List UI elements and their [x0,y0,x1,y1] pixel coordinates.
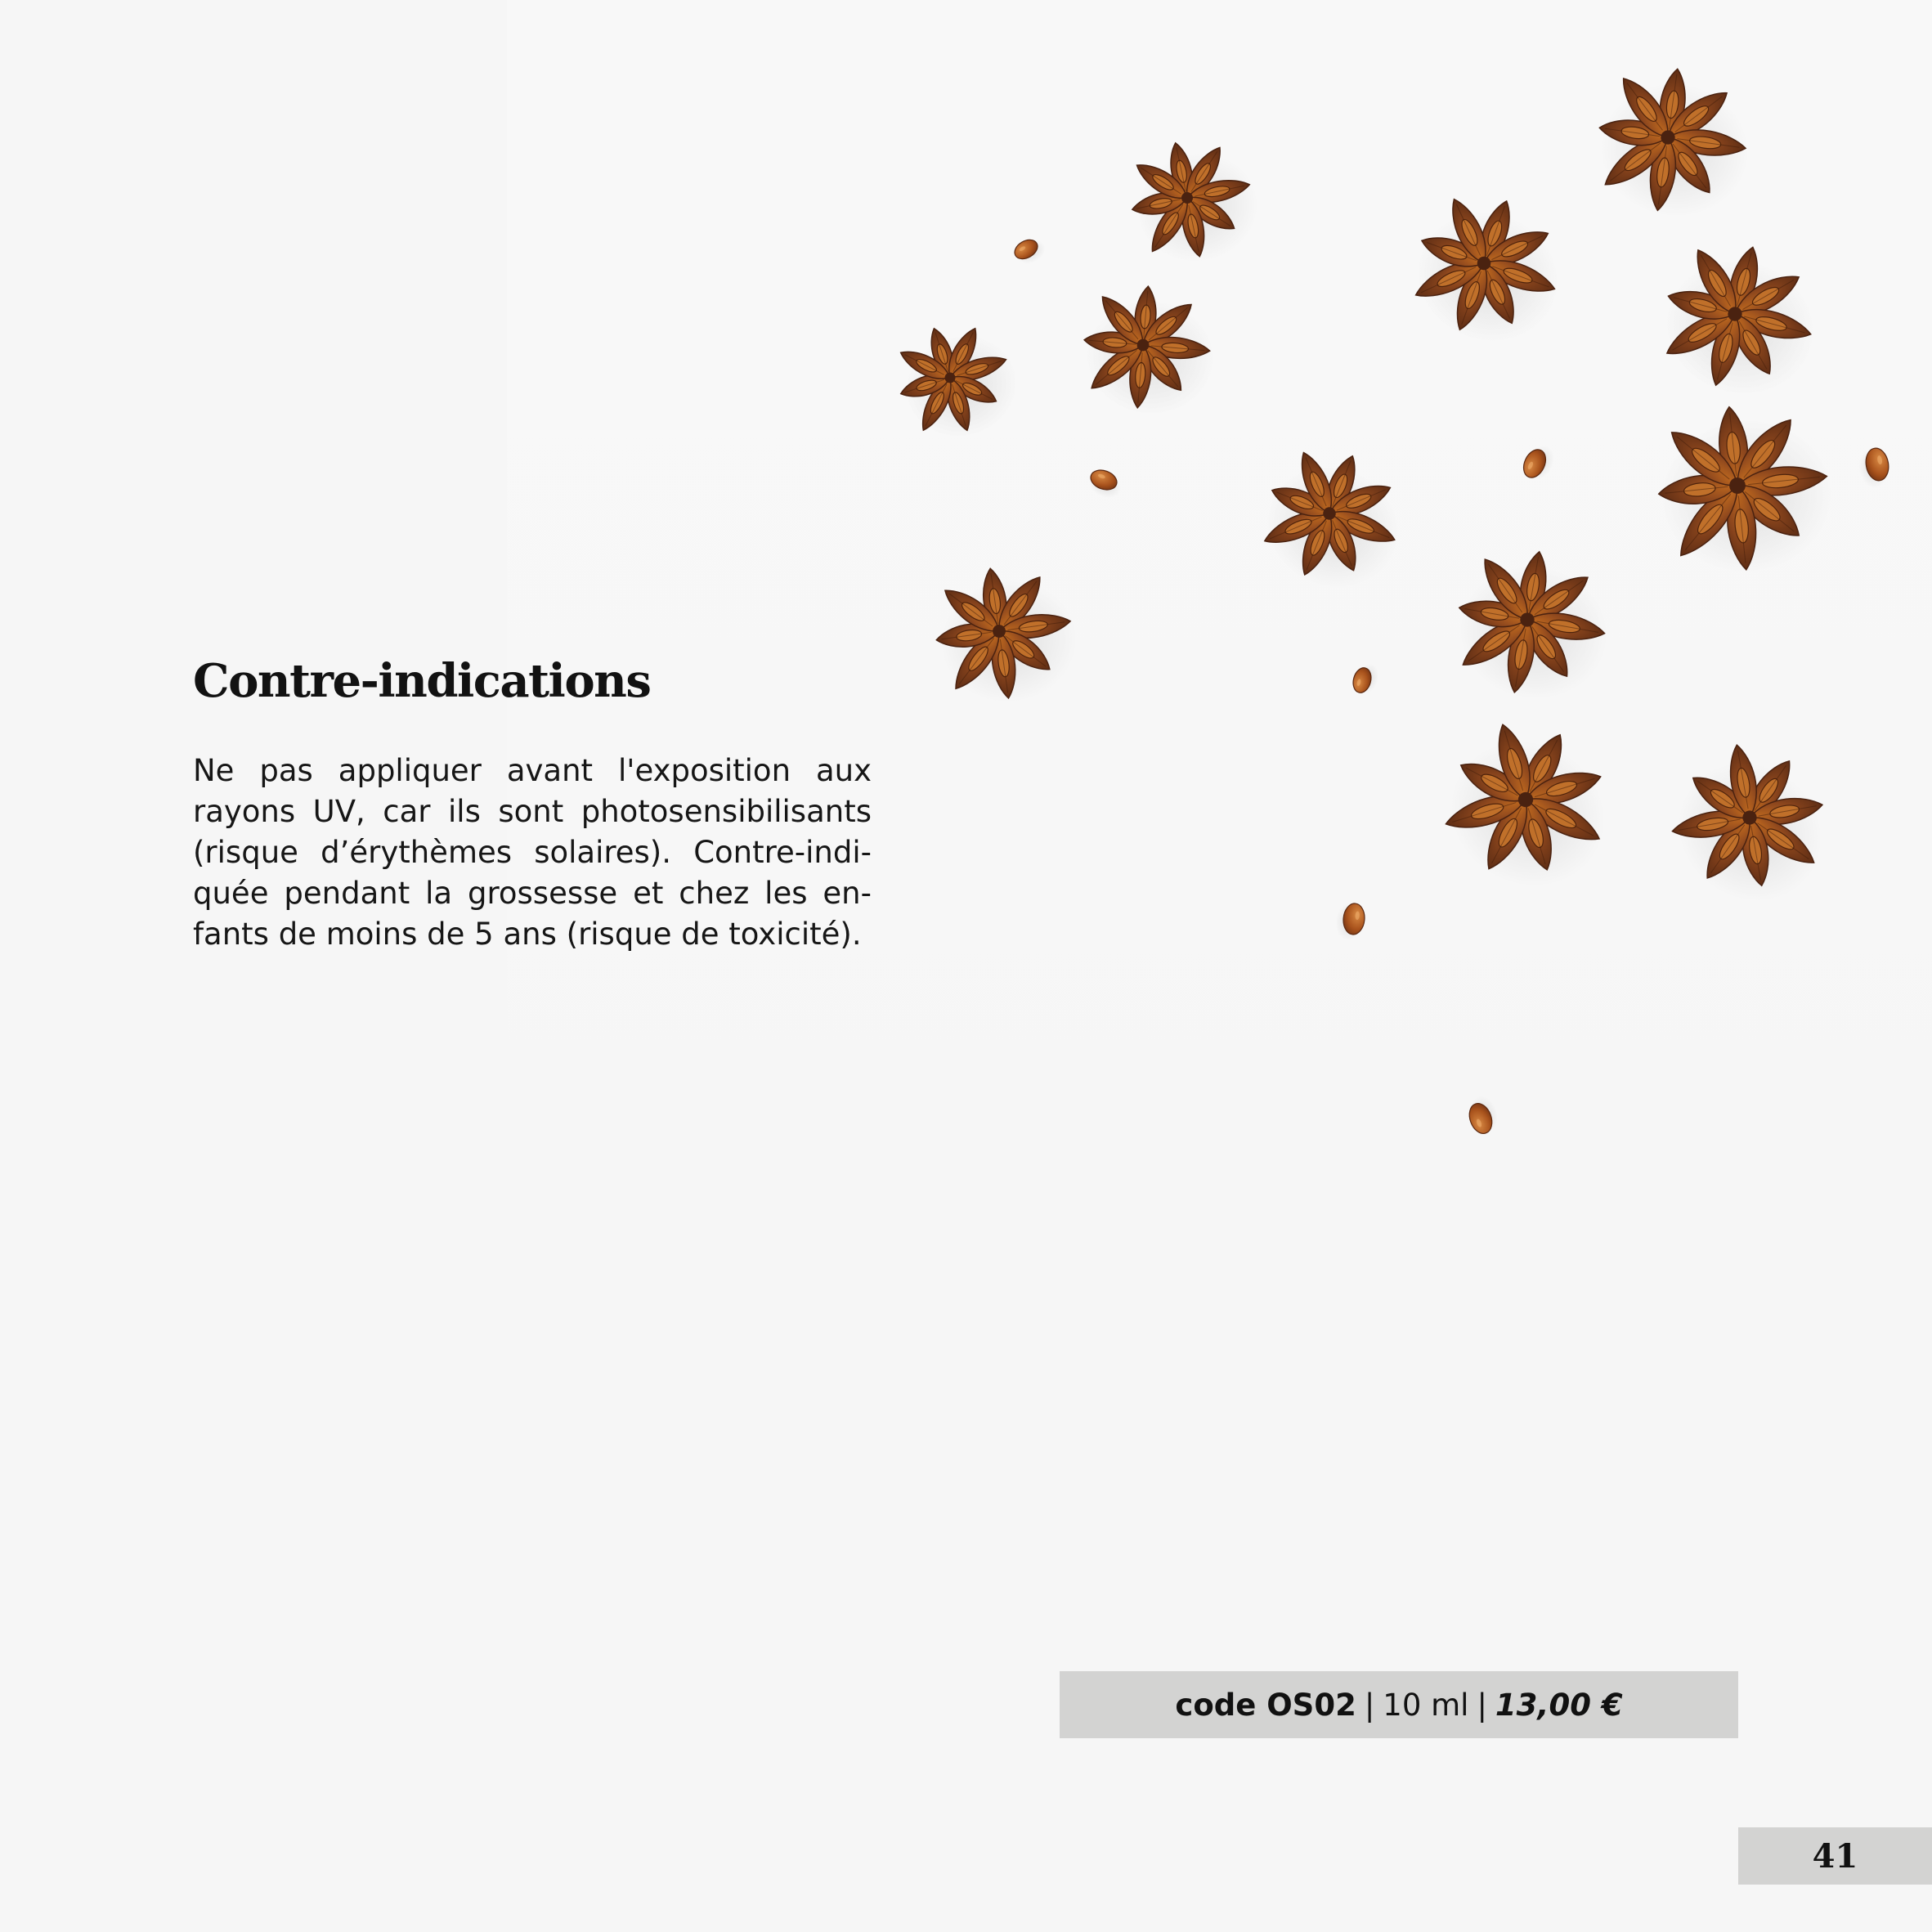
star-anise-icon [1414,198,1558,342]
anise-seed-icon [1858,447,1889,488]
anise-seed-icon [1522,446,1554,480]
star-anise-photo [899,68,1889,1134]
star-anise-icon [899,327,1017,437]
anise-seed-icon [1014,239,1046,264]
page-number: 41 [1812,1836,1858,1876]
product-volume: 10 ml [1383,1687,1469,1723]
star-anise-icon [1131,141,1258,262]
product-info-bar: code OS02 | 10 ml | 13,00 € [1060,1671,1738,1738]
star-anise-icon [1083,285,1214,415]
star-anise-icon [1263,451,1399,589]
anise-seed-icon [1335,903,1365,941]
anise-seed-icon [1468,1096,1499,1134]
page-number-tab: 41 [1738,1827,1932,1885]
product-price: 13,00 € [1495,1687,1623,1723]
contraindications-text: Ne pas appliquer avant l'exposition aux … [193,753,872,952]
catalog-page: Contre-indications Ne pas appliquer avan… [0,0,1932,1932]
anise-seed-icon [1089,469,1121,498]
separator: | [1364,1687,1375,1723]
anise-seed-icon [1352,663,1379,693]
product-code: code OS02 [1175,1687,1356,1723]
star-anise-icon [935,567,1078,703]
separator: | [1477,1687,1487,1723]
star-anise-icon [1671,743,1824,902]
section-title-contraindications: Contre-indications [193,654,652,708]
star-anise-icon [1657,406,1832,573]
star-anise-icon [1458,550,1608,700]
star-anise-icon [1445,724,1606,887]
star-anise-icon [1598,68,1749,217]
star-anise-icon [1665,246,1814,395]
